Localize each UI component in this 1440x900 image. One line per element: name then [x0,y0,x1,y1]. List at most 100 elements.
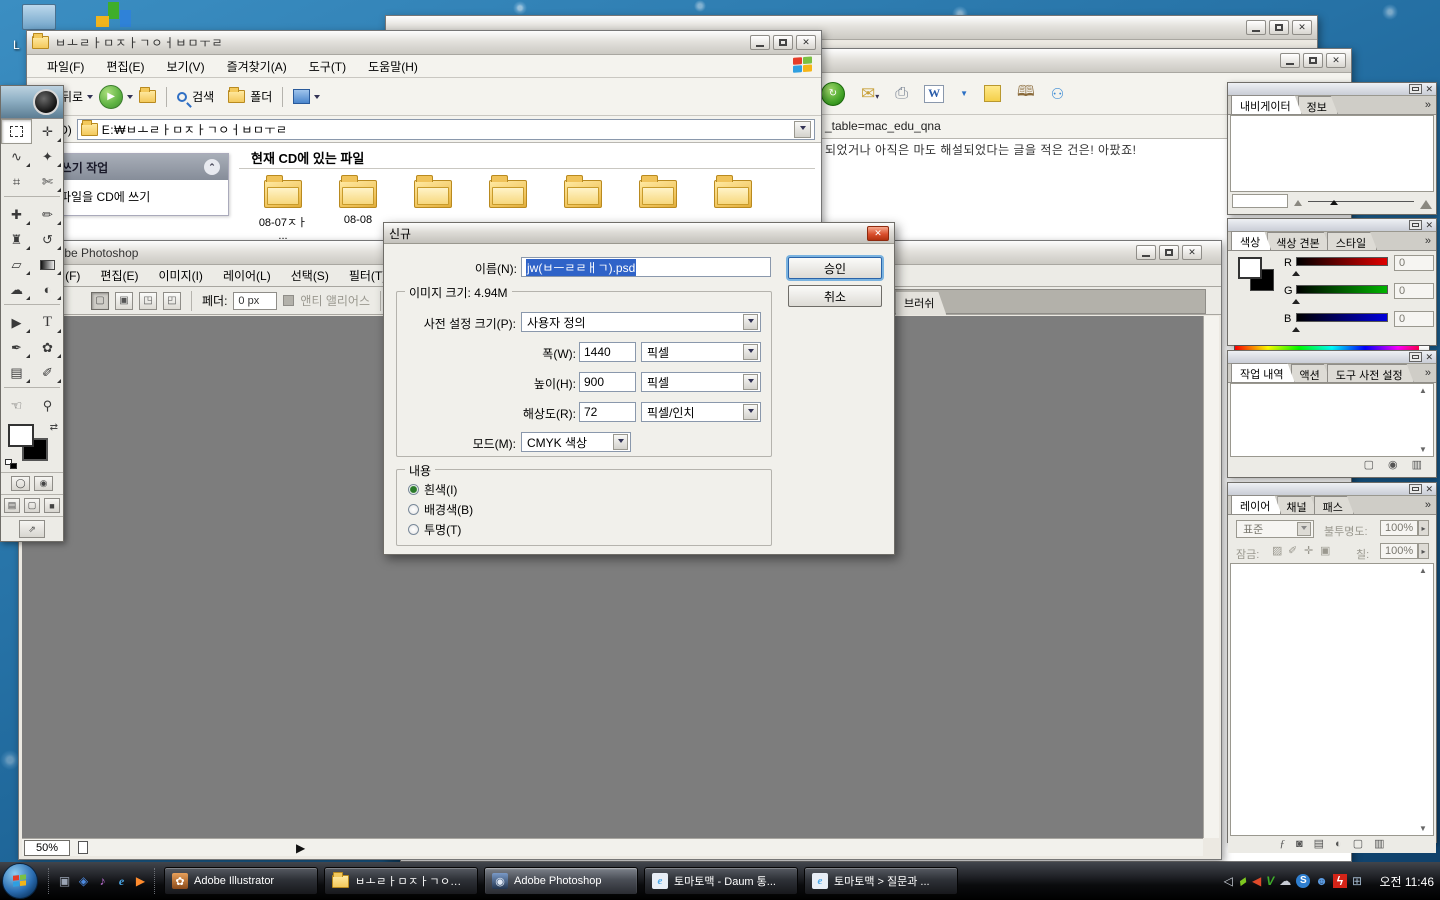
menu-view[interactable]: 보기(V) [164,57,206,76]
selection-mode-subtract-icon[interactable]: ◳ [139,292,157,310]
quick-launch-1-icon[interactable]: ▣ [56,873,73,890]
lock-transparency-icon[interactable]: ▨ [1272,544,1282,557]
standard-screen-button[interactable]: ▤ [4,498,20,513]
swap-colors-icon[interactable]: ⇄ [50,422,58,433]
ps-menu-image[interactable]: 이미지(I) [156,266,204,285]
resolution-input[interactable]: 72 [579,402,636,422]
green-slider[interactable] [1296,285,1388,294]
tab-actions[interactable]: 액션 [1291,364,1331,382]
print-icon[interactable]: ⎙ [895,85,908,103]
pen-tool[interactable]: ✒ [1,335,32,360]
delete-icon[interactable]: ▥ [1412,460,1422,471]
start-button[interactable] [2,863,38,899]
close-icon[interactable]: ✕ [1425,221,1433,230]
skype-icon[interactable]: S [1296,874,1310,888]
radio-white[interactable]: 흰색(I) [408,481,457,498]
lasso-tool[interactable]: ∿ [1,144,32,169]
quick-launch-wmp-icon[interactable]: ▶ [132,873,149,890]
fill-field[interactable]: 100% [1380,543,1418,559]
tab-layers[interactable]: 레이어 [1231,495,1281,514]
dropdown-icon[interactable] [743,314,758,330]
blend-mode-combo[interactable]: 표준 [1236,520,1314,538]
status-expand-icon[interactable]: ▶ [296,841,305,855]
navigator-zoom-slider[interactable] [1308,196,1414,206]
red-value-field[interactable]: 0 [1394,255,1434,271]
mode-combo[interactable]: CMYK 색상 [521,432,631,452]
ps-menu-layer[interactable]: 레이어(L) [221,266,273,285]
ps-menu-select[interactable]: 선택(S) [289,266,331,285]
word-edit-icon[interactable]: W [924,85,944,103]
fill-spinner-icon[interactable]: ▸ [1418,543,1429,559]
blue-slider-thumb[interactable] [1292,323,1300,332]
width-input[interactable]: 1440 [579,342,636,362]
new-layer-icon[interactable]: ▢ [1353,839,1363,850]
hangul-app-icon[interactable]: ϟ [1333,874,1347,888]
palette-titlebar[interactable]: ✕ [1228,83,1436,96]
fullscreen-button[interactable]: ■ [44,498,60,513]
selection-mode-new-icon[interactable]: ▢ [91,292,109,310]
views-button[interactable] [293,89,320,104]
close-icon[interactable]: ✕ [1292,20,1312,35]
cloud-app-icon[interactable]: ☁ [1279,875,1291,887]
notes-tool[interactable]: ▤ [1,360,32,385]
research-icon[interactable]: 🕮 [1017,81,1035,106]
selection-mode-intersect-icon[interactable]: ◰ [163,292,181,310]
minimize-icon[interactable] [1246,20,1266,35]
toolbox-banner[interactable] [1,86,63,119]
preset-combo[interactable]: 사용자 정의 [521,312,761,332]
zoom-out-icon[interactable] [1294,196,1302,206]
menu-edit[interactable]: 편집(E) [104,57,146,76]
maximize-icon[interactable] [773,35,793,50]
red-slider-thumb[interactable] [1292,267,1300,276]
zoom-tool[interactable]: ⚲ [32,393,63,418]
desktop-folder-icon[interactable] [22,4,56,30]
back-dropdown-icon[interactable] [87,95,93,102]
quick-launch-ie-icon[interactable]: e [113,873,130,890]
cancel-button[interactable]: 취소 [788,285,882,307]
task-button-ie-daum[interactable]: e 토마토맥 - Daum 통... [644,867,798,895]
audio-device-icon[interactable]: ◀ [1252,875,1261,887]
scroll-down-icon[interactable]: ▼ [1419,445,1427,454]
healing-brush-tool[interactable]: ✚ [1,202,32,227]
history-brush-tool[interactable]: ↺ [32,227,63,252]
maximize-icon[interactable] [1269,20,1289,35]
quick-mask-mode-button[interactable]: ◉ [34,476,53,491]
quick-launch-media-icon[interactable]: ♪ [94,873,111,890]
width-unit-combo[interactable]: 픽셀 [641,342,761,362]
foreground-color-swatch[interactable] [1238,257,1262,279]
tab-color[interactable]: 색상 [1231,231,1271,250]
clone-stamp-tool[interactable]: ♜ [1,227,32,252]
folder-item[interactable] [714,180,752,208]
up-button[interactable]: ↑ [139,90,156,104]
new-snapshot-icon[interactable]: ◉ [1388,460,1398,471]
radio-transparent[interactable]: 투명(T) [408,521,461,538]
address-url[interactable]: _table=mac_edu_qna [825,119,941,133]
scroll-down-icon[interactable]: ▼ [1419,824,1427,833]
zoom-in-icon[interactable] [1420,194,1432,209]
move-tool[interactable]: ✛ [32,119,63,144]
standard-mode-button[interactable]: ◯ [11,476,30,491]
task-button-ie-qna[interactable]: e 토마토맥 > 질문과 ... [804,867,958,895]
ps-menu-filter[interactable]: 필터(T) [347,266,388,285]
zoom-level-field[interactable]: 50% [24,840,70,856]
capsule-icon[interactable]: ▰ [1235,873,1249,888]
folder-item[interactable] [489,180,527,208]
explorer-titlebar[interactable]: ㅂㅗㄹㅏㅁㅈㅏㄱㅇㅓㅂㅁㅜㄹ ✕ [27,31,821,55]
name-input[interactable]: jw(ㅂㅡㄹㄹㅐㄱ).psd [521,257,771,277]
minimize-icon[interactable] [1409,84,1422,94]
minimize-icon[interactable] [1136,245,1156,260]
delete-layer-icon[interactable]: ▥ [1374,839,1384,850]
close-icon[interactable]: ✕ [867,226,889,241]
tab-history[interactable]: 작업 내역 [1231,363,1295,382]
new-document-from-state-icon[interactable]: ▢ [1364,460,1374,471]
dialog-titlebar[interactable]: 신규 ✕ [384,223,894,244]
ps-menu-edit[interactable]: 편집(E) [98,266,140,285]
word-dropdown-icon[interactable]: ▼ [960,89,968,98]
close-icon[interactable]: ✕ [1326,53,1346,68]
dropdown-icon[interactable] [613,434,628,450]
eraser-tool[interactable]: ▱ [1,252,32,277]
close-icon[interactable]: ✕ [1425,353,1433,362]
adjustment-layer-icon[interactable]: ◐ [1335,839,1342,850]
palette-titlebar[interactable]: ✕ [1228,219,1436,232]
scrollbar[interactable]: ▲▼ [1416,386,1430,454]
